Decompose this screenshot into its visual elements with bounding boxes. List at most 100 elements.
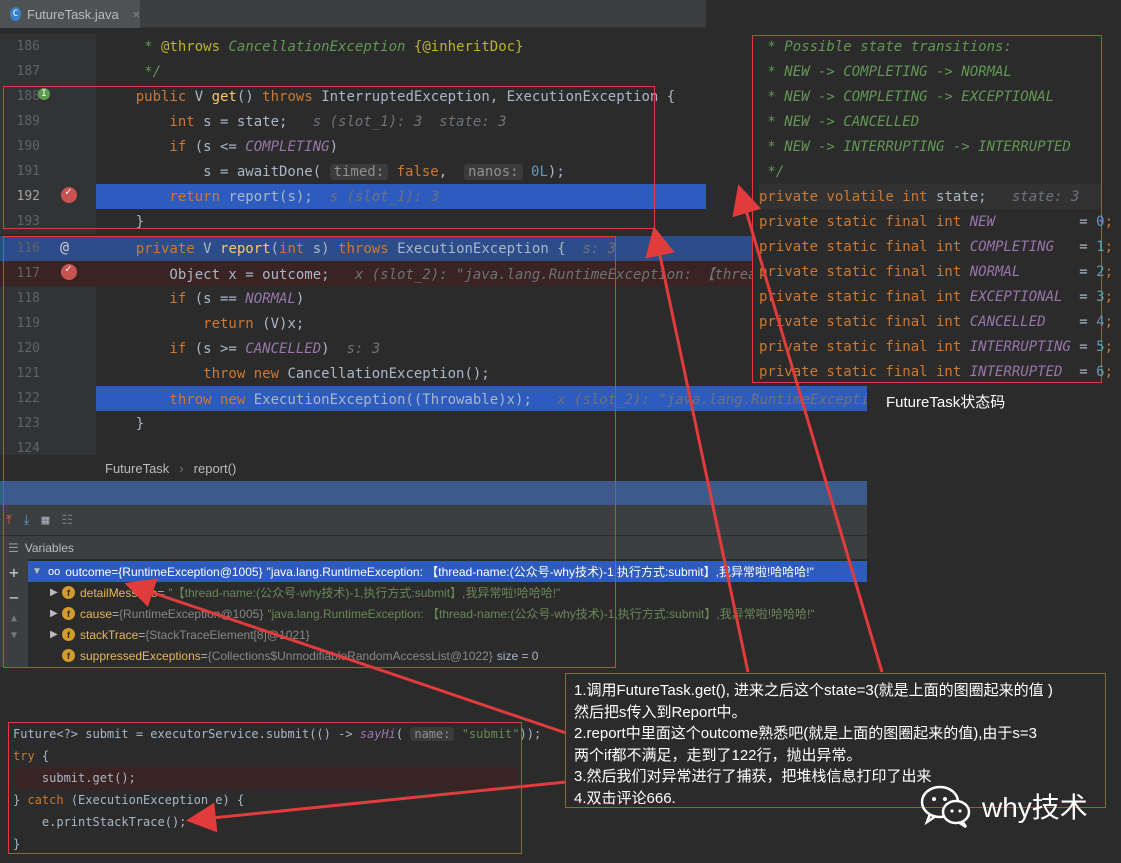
code-token: } (102, 213, 145, 230)
code-token: ExecutionException((Throwable)x); (253, 391, 549, 408)
code-token: */ (759, 163, 785, 180)
code-token: private static final int (759, 263, 970, 280)
code-token: InterruptedException, ExecutionException… (321, 88, 676, 105)
line-number[interactable]: 191 (0, 164, 40, 179)
code-token: state; (936, 188, 1004, 205)
code-token: (ExecutionException e) { (70, 793, 245, 807)
state-line: * Possible state transitions: (759, 34, 1101, 59)
code-line[interactable]: 188 public V get() throws InterruptedExc… (0, 84, 706, 109)
editor-pane-get[interactable]: 186 * @throws CancellationException {@in… (0, 34, 706, 234)
step-out-icon[interactable]: ⤒ (6, 513, 12, 528)
code-token: 5 (1096, 338, 1105, 355)
code-token: s = state; (203, 113, 305, 130)
code-line[interactable]: 193 } (0, 209, 706, 234)
code-line[interactable]: 186 * @throws CancellationException {@in… (0, 34, 706, 59)
line-number[interactable]: 187 (0, 64, 40, 79)
code-line[interactable]: 191 s = awaitDone( timed: false, nanos: … (0, 159, 706, 184)
chevron-right-icon[interactable]: ▶ (50, 587, 62, 598)
line-number[interactable]: 124 (0, 441, 40, 455)
code-line[interactable]: 190 if (s <= COMPLETING) (0, 134, 706, 159)
run-to-cursor-icon[interactable]: ⤓ (24, 513, 30, 528)
variable-row[interactable]: ▶ f detailMessage = "【thread-name:(公众号-why… (28, 582, 867, 603)
chevron-down-icon[interactable]: ▼ (32, 566, 44, 577)
implements-icon[interactable]: @ (60, 238, 69, 256)
code-line[interactable]: 189 int s = state; s (slot_1): 3 state: … (0, 109, 706, 134)
code-token: s (slot_1): 3 state: 3 (304, 113, 507, 130)
variable-value: "【thread-name:(公众号-why技术)-1,执行方式:submit】… (168, 586, 561, 600)
line-number[interactable]: 117 (0, 266, 40, 281)
trace-icon[interactable]: ☷ (61, 513, 73, 528)
breakpoint-icon[interactable] (61, 185, 77, 203)
line-number[interactable]: 192 (0, 189, 40, 204)
code-token: CANCELLED (969, 313, 1046, 330)
code-token: (s <= (194, 138, 246, 155)
chevron-right-icon[interactable]: ▶ (50, 629, 62, 640)
editor-tab-bar: C FutureTask.java ✕ (0, 0, 706, 28)
variables-header: ☰ Variables (0, 535, 867, 559)
variable-row[interactable]: ▶ f stackTrace = {StackTraceElement[8]@102… (28, 624, 867, 645)
code-line[interactable]: 192 return report(s); s (slot_1): 3 (17, 184, 706, 209)
note-line: 2.report中里面这个outcome熟悉吧(就是上面的图圈起来的值),由于s… (574, 725, 1037, 742)
code-text: if (s <= COMPLETING) (102, 139, 338, 155)
code-token: * Possible state transitions: (759, 38, 1012, 55)
state-line: * NEW -> COMPLETING -> NORMAL (759, 59, 1101, 84)
line-number[interactable]: 120 (0, 341, 40, 356)
add-watch-icon[interactable]: + (9, 563, 19, 582)
code-line[interactable]: 120 if (s >= CANCELLED) s: 3 (0, 336, 867, 361)
snippet-line: submit.get(); (13, 767, 517, 789)
code-token: name: (410, 727, 455, 741)
code-line[interactable]: 187 */ (0, 59, 706, 84)
variable-row[interactable]: f suppressedExceptions = {Collections$Unm… (28, 645, 867, 666)
code-line[interactable]: 118 if (s == NORMAL) (0, 286, 867, 311)
breakpoint-icon[interactable] (61, 262, 77, 280)
move-down-icon[interactable]: ▼ (11, 630, 17, 641)
breadcrumb-method[interactable]: report() (194, 461, 237, 476)
field-icon: f (62, 607, 75, 620)
variables-tree[interactable]: ▼ oo outcome = {RuntimeException@1005} "jav… (28, 559, 867, 667)
code-line[interactable]: 122 throw new ExecutionException((Throwa… (17, 386, 867, 411)
line-number[interactable]: 121 (0, 366, 40, 381)
line-number[interactable]: 122 (0, 391, 40, 406)
code-token: s: 3 (582, 240, 617, 257)
breadcrumb-class[interactable]: FutureTask (105, 461, 169, 476)
close-icon[interactable]: ✕ (133, 7, 140, 21)
move-up-icon[interactable]: ▲ (11, 613, 17, 624)
override-icon[interactable]: I (38, 88, 50, 100)
code-line[interactable]: 119 return (V)x; (0, 311, 867, 336)
chevron-right-icon[interactable]: ▶ (50, 608, 62, 619)
breadcrumb: FutureTask › report() (0, 455, 867, 481)
variable-row[interactable]: ▶ f cause = {RuntimeException@1005} "java.l… (28, 603, 867, 624)
code-line[interactable]: 124 (0, 436, 867, 455)
line-number[interactable]: 118 (0, 291, 40, 306)
code-token: INTERRUPTING (969, 338, 1071, 355)
variables-side-toolbar: + − ▲ ▼ (0, 559, 28, 667)
tab-bar-empty (140, 0, 706, 27)
line-number[interactable]: 190 (0, 139, 40, 154)
code-token: ; (1104, 238, 1114, 255)
code-token: COMPLETING (969, 238, 1055, 255)
line-number[interactable]: 186 (0, 39, 40, 54)
watermark: why技术 (920, 784, 1088, 829)
code-line[interactable]: 116 private V report(int s) throws Execu… (0, 236, 867, 261)
state-constants-panel: * Possible state transitions: * NEW -> C… (752, 34, 1113, 383)
variable-row[interactable]: ▼ oo outcome = {RuntimeException@1005} "jav… (28, 561, 867, 582)
code-token: throw new (102, 391, 254, 408)
variable-value: "java.lang.RuntimeException: 【thread-nam… (267, 607, 815, 621)
code-line[interactable]: 123 } (0, 411, 867, 436)
field-icon: f (62, 586, 75, 599)
evaluate-expression-icon[interactable]: ▦ (42, 513, 50, 528)
editor-pane-report[interactable]: 116 private V report(int s) throws Execu… (0, 236, 867, 455)
line-number[interactable]: 119 (0, 316, 40, 331)
code-token: NORMAL (245, 290, 296, 307)
line-number[interactable]: 189 (0, 114, 40, 129)
code-line[interactable]: 117 Object x = outcome; x (slot_2): "jav… (0, 261, 867, 286)
line-number[interactable]: 188 (0, 89, 40, 104)
line-number[interactable]: 193 (0, 214, 40, 229)
remove-watch-icon[interactable]: − (9, 588, 19, 607)
code-line[interactable]: 121 throw new CancellationException(); (0, 361, 867, 386)
equals-sign: = (138, 627, 146, 642)
tab-futuretask[interactable]: C FutureTask.java ✕ (0, 0, 140, 28)
line-number[interactable]: 116 (0, 241, 40, 256)
line-number[interactable]: 123 (0, 416, 40, 431)
code-text: if (s == NORMAL) (102, 291, 304, 307)
